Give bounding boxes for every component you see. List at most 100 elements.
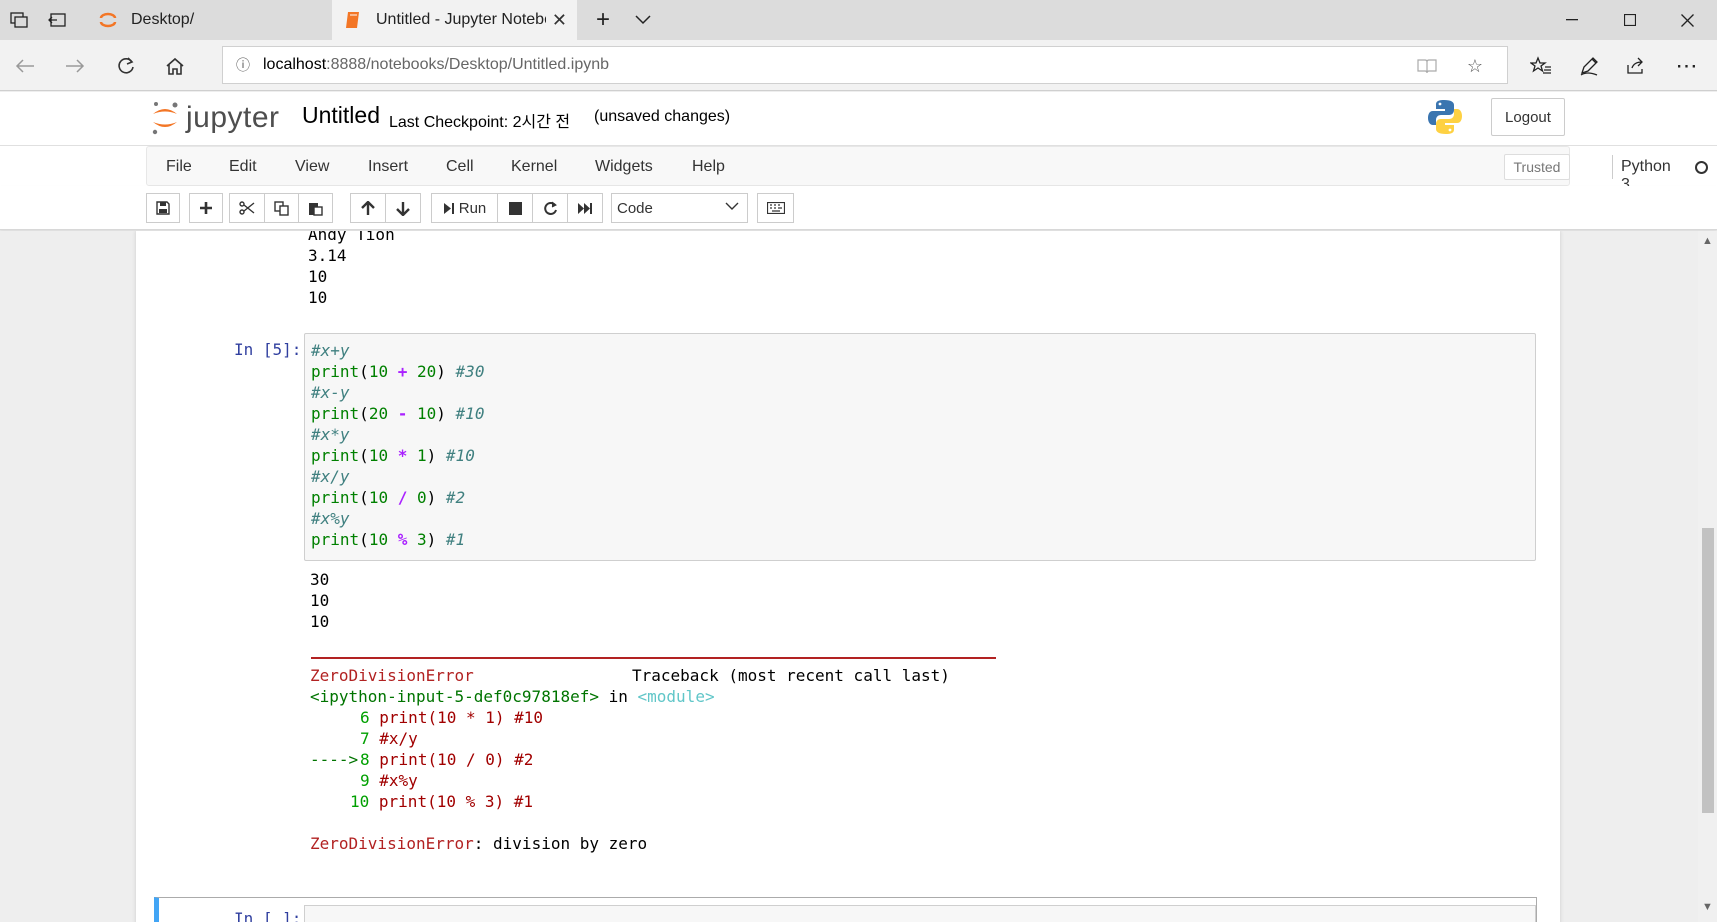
menu-insert[interactable]: Insert xyxy=(368,158,408,176)
chevron-down-icon xyxy=(725,199,739,214)
new-tab-icon[interactable]: + xyxy=(590,6,616,33)
traceback-frame-line: 7 #x/y xyxy=(360,729,418,748)
menu-edit[interactable]: Edit xyxy=(229,158,257,176)
share-icon[interactable] xyxy=(1622,52,1652,80)
tab-jupyter-notebook[interactable]: Untitled - Jupyter Notebook ✕ xyxy=(332,0,577,40)
python-logo-icon xyxy=(1427,98,1463,141)
cell-type-value: Code xyxy=(617,199,653,217)
browser-address-bar: ⓘ localhost:8888/notebooks/Desktop/Untit… xyxy=(0,40,1717,91)
jupyter-header: jupyter Untitled Last Checkpoint: 2시간 전 … xyxy=(0,92,1717,146)
restart-run-all-button[interactable] xyxy=(567,193,603,223)
tab-actions-icon[interactable] xyxy=(6,8,32,32)
notebook-favicon-icon xyxy=(344,11,362,29)
favorites-list-icon[interactable] xyxy=(1526,52,1556,80)
step-forward-icon xyxy=(443,202,454,214)
minimize-icon[interactable] xyxy=(1557,8,1587,32)
notebook-scroll-area[interactable]: Andy Tion 3.14 10 10 In [5]: #x+y print(… xyxy=(0,231,1698,922)
kernel-idle-indicator-icon xyxy=(1695,161,1708,174)
copy-button[interactable] xyxy=(264,193,299,223)
favorite-star-icon[interactable]: ☆ xyxy=(1463,55,1487,77)
jupyter-logo[interactable]: jupyter xyxy=(150,100,280,136)
code-line: #x-y xyxy=(311,383,350,402)
info-icon[interactable]: ⓘ xyxy=(223,55,263,75)
traceback-frame-line: 9 #x%y xyxy=(360,771,418,790)
menu-file[interactable]: File xyxy=(166,158,192,176)
copy-icon xyxy=(274,200,289,216)
cell-type-select[interactable]: Code xyxy=(611,193,748,223)
scrollbar-thumb[interactable] xyxy=(1702,528,1714,813)
more-icon[interactable]: ⋯ xyxy=(1672,52,1702,80)
scroll-up-icon[interactable]: ▲ xyxy=(1698,235,1717,249)
interrupt-button[interactable] xyxy=(497,193,533,223)
jupyter-logo-text: jupyter xyxy=(186,101,280,134)
fast-forward-icon xyxy=(578,202,592,214)
jupyter-favicon-icon xyxy=(99,11,117,29)
window-close-icon[interactable] xyxy=(1672,8,1702,32)
maximize-icon[interactable] xyxy=(1615,8,1645,32)
home-icon[interactable] xyxy=(160,52,190,80)
pen-icon[interactable] xyxy=(1574,52,1604,80)
set-aside-tabs-icon[interactable] xyxy=(44,8,70,32)
menu-cell[interactable]: Cell xyxy=(446,158,474,176)
traceback-frame-line: 10 print(10 % 3) #1 xyxy=(350,792,534,811)
cut-button[interactable] xyxy=(229,193,265,223)
command-palette-button[interactable] xyxy=(757,193,794,223)
refresh-icon[interactable] xyxy=(111,52,141,80)
menu-widgets[interactable]: Widgets xyxy=(595,158,653,176)
cell-input-prompt: In [5]: xyxy=(234,340,302,359)
traceback-header: ZeroDivisionError Traceback (most recent … xyxy=(310,666,950,685)
logout-button[interactable]: Logout xyxy=(1491,98,1565,136)
menu-kernel[interactable]: Kernel xyxy=(511,158,557,176)
trusted-badge[interactable]: Trusted xyxy=(1504,154,1570,180)
reading-view-icon[interactable] xyxy=(1415,55,1439,77)
restart-icon xyxy=(543,201,557,215)
url-text: localhost:8888/notebooks/Desktop/Untitle… xyxy=(263,56,610,73)
insert-cell-button[interactable] xyxy=(189,193,223,223)
restart-button[interactable] xyxy=(532,193,568,223)
run-button[interactable]: Run xyxy=(431,193,498,223)
paste-button[interactable] xyxy=(298,193,333,223)
plus-icon xyxy=(200,202,212,214)
code-line: #x%y xyxy=(311,509,350,528)
move-down-button[interactable] xyxy=(385,193,421,223)
code-line: print(10 * 1) #10 xyxy=(311,446,475,465)
prev-output-line: 10 xyxy=(308,267,328,286)
stop-icon xyxy=(508,201,522,215)
kernel-divider xyxy=(1612,155,1613,179)
tab-title: Desktop/ xyxy=(131,11,195,28)
tab-title: Untitled - Jupyter Notebook xyxy=(376,11,546,28)
keyboard-icon xyxy=(766,202,785,214)
output-line: 30 xyxy=(310,570,330,589)
vertical-scrollbar[interactable]: ▲ ▼ xyxy=(1698,231,1717,922)
arrow-up-icon xyxy=(361,200,375,215)
back-icon[interactable] xyxy=(10,52,40,80)
menu-container: File Edit View Insert Cell Kernel Widget… xyxy=(146,146,1708,193)
jupyter-toolbar: Run Code xyxy=(0,186,1717,230)
menu-help[interactable]: Help xyxy=(692,158,725,176)
url-input[interactable]: ⓘ localhost:8888/notebooks/Desktop/Untit… xyxy=(222,46,1508,84)
tab-close-icon[interactable]: ✕ xyxy=(552,10,567,31)
traceback-separator xyxy=(311,657,996,659)
tab-desktop[interactable]: Desktop/ xyxy=(87,0,330,40)
code-line: print(10 % 3) #1 xyxy=(311,530,466,549)
notebook-name[interactable]: Untitled xyxy=(302,102,380,129)
paste-icon xyxy=(309,202,323,216)
browser-tab-bar: Desktop/ Untitled - Jupyter Notebook ✕ + xyxy=(0,0,1717,40)
menu-view[interactable]: View xyxy=(295,158,329,176)
code-line: print(10 / 0) #2 xyxy=(311,488,466,507)
output-line: 10 xyxy=(310,612,330,631)
code-line: print(10 + 20) #30 xyxy=(311,362,485,381)
prev-output-line: Andy Tion xyxy=(308,231,395,244)
code-line: #x*y xyxy=(311,425,350,444)
forward-icon[interactable] xyxy=(60,52,90,80)
traceback-frame-line: 6 print(10 * 1) #10 xyxy=(360,708,544,727)
move-up-button[interactable] xyxy=(350,193,386,223)
save-button[interactable] xyxy=(146,193,180,223)
next-cell-prompt: In [ ]: xyxy=(234,909,302,922)
next-cell-input[interactable] xyxy=(304,905,1536,922)
run-label: Run xyxy=(458,199,487,217)
notebook-container: Andy Tion 3.14 10 10 In [5]: #x+y print(… xyxy=(136,231,1560,922)
scroll-down-icon[interactable]: ▼ xyxy=(1698,901,1717,915)
code-cell-input[interactable]: #x+y print(10 + 20) #30 #x-y print(20 - … xyxy=(304,333,1536,561)
tab-preview-chevron-icon[interactable] xyxy=(630,8,656,32)
